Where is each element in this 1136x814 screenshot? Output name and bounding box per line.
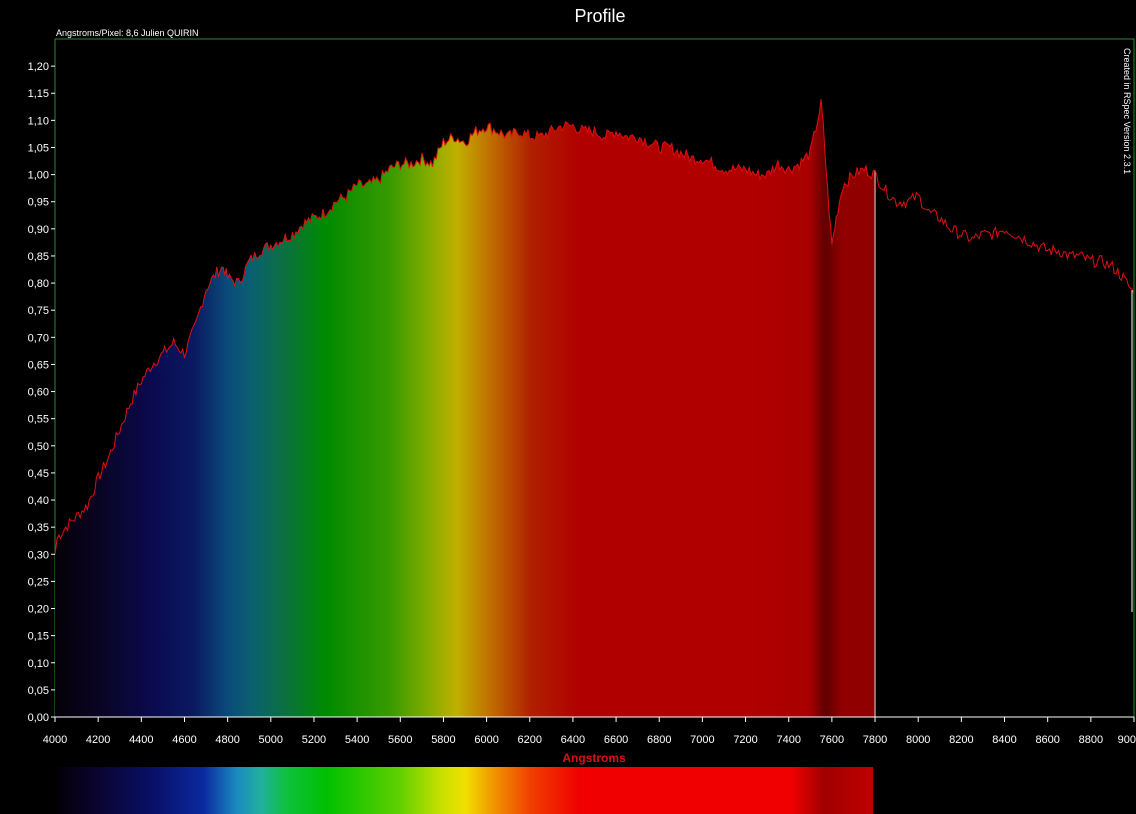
x-tick-label: 5600 (388, 734, 412, 746)
y-tick-label: 0,60 (28, 387, 49, 399)
y-tick-label: 0,70 (28, 332, 49, 344)
y-tick-label: 1,10 (28, 115, 49, 127)
y-tick-label: 1,00 (28, 170, 49, 182)
y-axis: 0,00 0,05 0,10 0,15 0,20 0,25 0,30 0,35 0,40 0,45… (28, 61, 55, 724)
profile-chart: Profile Angstroms/Pixel: 8,6 Julien QUIR… (28, 6, 1136, 814)
y-tick-label: 0,20 (28, 604, 49, 616)
x-tick-label: 8600 (1035, 734, 1059, 746)
x-tick-label: 5000 (259, 734, 283, 746)
x-tick-label: 7200 (733, 734, 757, 746)
x-tick-label: 6600 (604, 734, 628, 746)
y-tick-label: 0,45 (28, 468, 49, 480)
spectrum-strip (57, 767, 873, 814)
y-tick-label: 1,15 (28, 88, 49, 100)
spectrum-fill (55, 99, 876, 717)
x-tick-label: 900 (1118, 734, 1136, 746)
y-tick-label: 0,75 (28, 305, 49, 317)
x-tick-label: 6800 (647, 734, 671, 746)
y-tick-label: 0,65 (28, 359, 49, 371)
y-tick-label: 0,80 (28, 278, 49, 290)
x-tick-label: 7400 (776, 734, 800, 746)
x-tick-label: 4600 (172, 734, 196, 746)
x-tick-label: 6400 (561, 734, 585, 746)
x-tick-label: 5200 (302, 734, 326, 746)
y-tick-label: 0,85 (28, 251, 49, 263)
x-axis: 4000 4200 4400 4600 4800 5000 5200 5400 5600 5800… (43, 716, 1136, 746)
x-tick-label: 7000 (690, 734, 714, 746)
y-tick-label: 0,50 (28, 441, 49, 453)
y-tick-label: 0,05 (28, 685, 49, 697)
x-tick-label: 7600 (820, 734, 844, 746)
x-tick-label: 6000 (474, 734, 498, 746)
x-tick-label: 8400 (992, 734, 1016, 746)
y-tick-label: 0,00 (28, 712, 49, 724)
x-tick-label: 6200 (518, 734, 542, 746)
y-tick-label: 0,30 (28, 549, 49, 561)
y-tick-label: 1,05 (28, 142, 49, 154)
y-tick-label: 0,25 (28, 576, 49, 588)
x-tick-label: 4000 (43, 734, 67, 746)
x-tick-label: 4200 (86, 734, 110, 746)
x-tick-label: 7800 (863, 734, 887, 746)
x-tick-label: 8200 (949, 734, 973, 746)
y-tick-label: 0,95 (28, 197, 49, 209)
y-tick-label: 1,20 (28, 61, 49, 73)
x-tick-label: 5800 (431, 734, 455, 746)
y-tick-label: 0,15 (28, 631, 49, 643)
y-tick-label: 0,10 (28, 658, 49, 670)
spectrum-fill-rect (55, 99, 876, 717)
x-tick-label: 5400 (345, 734, 369, 746)
y-tick-label: 0,55 (28, 414, 49, 426)
y-tick-label: 0,40 (28, 495, 49, 507)
y-tick-label: 0,90 (28, 224, 49, 236)
y-tick-label: 0,35 (28, 522, 49, 534)
x-tick-label: 4800 (215, 734, 239, 746)
x-tick-label: 8800 (1079, 734, 1103, 746)
chart-title: Profile (574, 6, 625, 26)
x-tick-label: 8000 (906, 734, 930, 746)
x-axis-label: Angstroms (562, 751, 626, 765)
x-tick-label: 4400 (129, 734, 153, 746)
side-note: Created in RSpec Version 2.3.1 (1122, 48, 1132, 174)
header-info: Angstroms/Pixel: 8,6 Julien QUIRIN (56, 28, 199, 38)
